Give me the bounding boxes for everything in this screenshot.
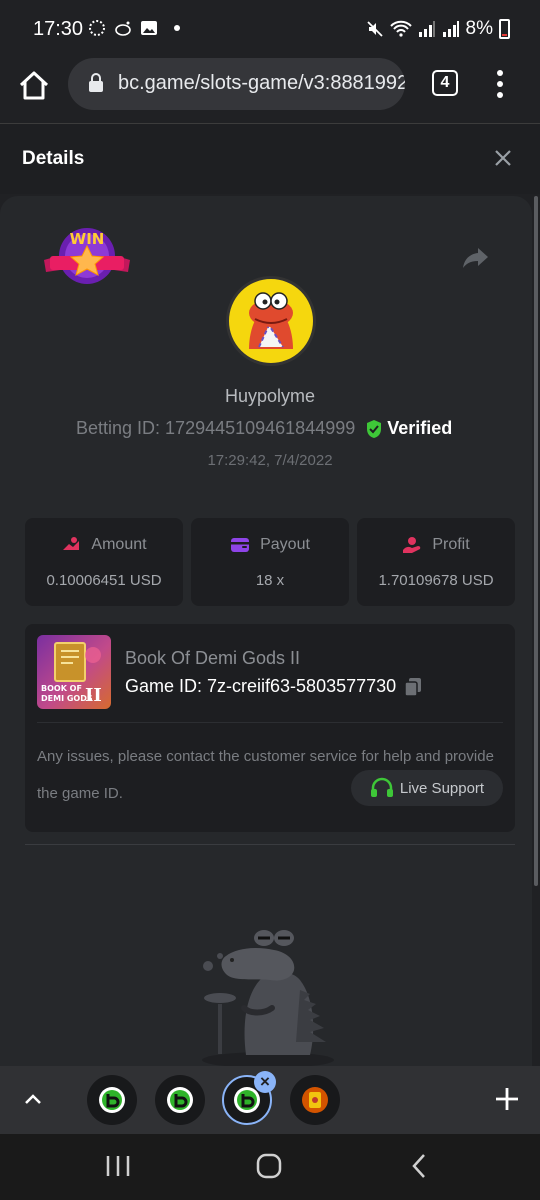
amount-label: Amount [91, 536, 147, 553]
close-tab-icon[interactable]: × [254, 1071, 276, 1093]
home-nav-icon[interactable] [255, 1152, 283, 1180]
browser-toolbar: bc.game/slots-game/v3:88819923 4 [0, 58, 540, 124]
battery-icon [499, 19, 510, 39]
chevron-up-icon[interactable] [22, 1088, 44, 1110]
copy-icon[interactable] [404, 677, 422, 697]
bet-details-card: WIN Huypolyme Betting ID: 17294451094618… [0, 196, 532, 1066]
tab-game-site[interactable] [290, 1075, 340, 1125]
bcgame-logo-icon [167, 1087, 193, 1113]
new-tab-icon[interactable] [494, 1086, 520, 1112]
game-id-row: Game ID: 7z-creiif63-5803577730 [125, 676, 422, 697]
system-nav-bar [0, 1134, 540, 1200]
bcgame-logo-icon [99, 1087, 125, 1113]
lock-icon[interactable] [88, 73, 104, 93]
username: Huypolyme [224, 386, 316, 406]
share-icon[interactable] [462, 246, 490, 270]
system-icons: 8% [366, 18, 510, 40]
home-icon[interactable] [16, 68, 52, 104]
thumb-numeral: II [85, 685, 102, 706]
betting-id: Betting ID: 1729445109461844999 [76, 418, 356, 438]
signal-2-icon [442, 21, 459, 37]
back-icon[interactable] [406, 1152, 434, 1180]
address-bar[interactable]: bc.game/slots-game/v3:88819923 [68, 58, 405, 110]
profit-value: 1.70109678 USD [378, 572, 494, 589]
headset-icon [370, 777, 393, 797]
verified-badge: Verified [365, 418, 452, 439]
more-notifications-dot [174, 25, 180, 31]
avatar-dino-icon [249, 292, 293, 349]
bet-hand-icon [63, 537, 80, 550]
wifi-icon [389, 20, 412, 37]
betting-id-row: Betting ID: 1729445109461844999 Verified [76, 418, 452, 439]
game-thumbnail[interactable]: BOOK OF DEMI GODS II [37, 635, 111, 709]
avatar [226, 276, 316, 366]
signal-icon [418, 21, 435, 37]
notification-icons [88, 19, 180, 37]
profit-label: Profit [432, 536, 470, 553]
scrollbar[interactable] [534, 196, 538, 886]
close-icon[interactable] [493, 148, 513, 168]
game-id: Game ID: 7z-creiif63-5803577730 [125, 676, 397, 696]
overflow-menu-icon[interactable] [492, 68, 508, 100]
payout-stat: Payout 18 x [191, 518, 349, 606]
image-icon [141, 21, 157, 35]
profit-hand-icon [403, 537, 421, 553]
win-badge-text: WIN [70, 230, 105, 248]
url-text[interactable]: bc.game/slots-game/v3:88819923 [118, 72, 405, 95]
dino-mascot-icon [202, 930, 334, 1066]
mute-icon [366, 21, 383, 37]
thumb-title-1: BOOK OF [41, 684, 82, 693]
status-time: 17:30 [33, 18, 84, 40]
battery-percent: 8% [465, 18, 493, 39]
live-support-label: Live Support [399, 779, 485, 797]
tab-switcher-button[interactable]: 4 [432, 70, 458, 96]
section-divider [25, 844, 515, 845]
profit-stat: Profit 1.70109678 USD [357, 518, 515, 606]
tab-bcgame-2[interactable] [155, 1075, 205, 1125]
payout-value: 18 x [255, 572, 285, 589]
status-bar: 17:30 8% [0, 0, 540, 58]
divider [37, 722, 503, 723]
reddit-icon [115, 21, 131, 36]
loading-ring-icon [89, 20, 105, 36]
win-badge-icon: WIN [44, 228, 130, 284]
payout-label: Payout [260, 536, 310, 553]
shield-check-icon [367, 419, 382, 438]
amount-value: 0.10006451 USD [46, 572, 162, 589]
bet-timestamp: 17:29:42, 7/4/2022 [207, 452, 333, 469]
details-title: Details [22, 148, 85, 169]
game-site-favicon-icon [302, 1087, 328, 1113]
game-thumbnail-art: BOOK OF DEMI GODS II [41, 642, 102, 706]
wallet-icon [231, 538, 250, 552]
tab-strip: × [0, 1066, 540, 1134]
amount-stat: Amount 0.10006451 USD [25, 518, 183, 606]
details-header: Details [0, 124, 540, 194]
tab-bcgame-1[interactable] [87, 1075, 137, 1125]
game-name[interactable]: Book Of Demi Gods II [125, 648, 300, 669]
live-support-button[interactable]: Live Support [351, 770, 503, 806]
verified-label: Verified [387, 418, 453, 438]
game-info-box: BOOK OF DEMI GODS II Book Of Demi Gods I… [25, 624, 515, 832]
recent-apps-icon[interactable] [104, 1152, 132, 1180]
